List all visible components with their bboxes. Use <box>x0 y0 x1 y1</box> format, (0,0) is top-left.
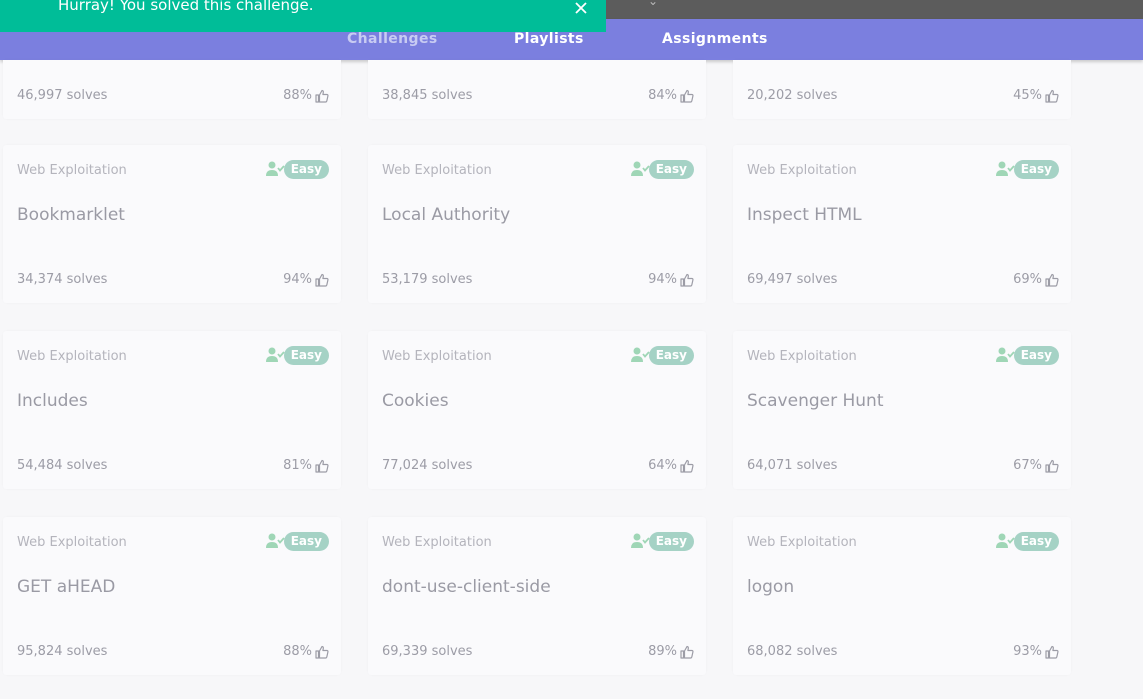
user-check-icon <box>995 160 1015 178</box>
nav-assignments[interactable]: Assignments <box>662 31 768 47</box>
user-check-icon <box>265 346 285 364</box>
solve-count: 46,997 solves <box>17 88 108 103</box>
challenge-card[interactable]: Web Exploitation Easy Inspect HTML 69,497 s… <box>733 145 1071 303</box>
challenge-category: Web Exploitation <box>747 349 857 364</box>
nav-playlists[interactable]: Playlists <box>514 31 584 47</box>
thumbs-up-icon <box>1045 273 1059 287</box>
challenge-card[interactable]: 46,997 solves 88% <box>3 60 341 119</box>
difficulty-badge: Easy <box>1013 346 1059 365</box>
challenge-category: Web Exploitation <box>382 535 492 550</box>
challenge-card[interactable]: Web Exploitation Easy dont-use-client-side… <box>368 517 706 675</box>
rating: 88% <box>283 88 329 103</box>
thumbs-up-icon <box>315 273 329 287</box>
challenge-card[interactable]: Web Exploitation Easy Local Authority 53,17… <box>368 145 706 303</box>
challenge-category: Web Exploitation <box>382 163 492 178</box>
user-check-icon <box>265 160 285 178</box>
challenge-category: Web Exploitation <box>747 535 857 550</box>
rating: 94% <box>283 272 329 287</box>
solve-count: 53,179 solves <box>382 272 473 287</box>
challenge-title[interactable]: Inspect HTML <box>747 205 862 225</box>
challenge-category: Web Exploitation <box>747 163 857 178</box>
rating: 88% <box>283 644 329 659</box>
difficulty-badge: Easy <box>1013 160 1059 179</box>
challenge-title[interactable]: Bookmarklet <box>17 205 125 225</box>
thumbs-up-icon <box>680 89 694 103</box>
thumbs-up-icon <box>680 459 694 473</box>
challenge-card[interactable]: Web Exploitation Easy GET aHEAD 95,824 solv… <box>3 517 341 675</box>
nav-challenges[interactable]: Challenges <box>347 31 438 47</box>
user-check-icon <box>995 532 1015 550</box>
solve-count: 38,845 solves <box>382 88 473 103</box>
solve-count: 69,497 solves <box>747 272 838 287</box>
user-check-icon <box>265 532 285 550</box>
challenge-card[interactable]: Web Exploitation Easy Scavenger Hunt 64,071… <box>733 331 1071 489</box>
success-toast: Hurray! You solved this challenge. <box>0 0 606 32</box>
difficulty-badge: Easy <box>1013 532 1059 551</box>
difficulty-badge: Easy <box>283 532 329 551</box>
solve-count: 64,071 solves <box>747 458 838 473</box>
difficulty-badge: Easy <box>283 160 329 179</box>
thumbs-up-icon <box>1045 645 1059 659</box>
thumbs-up-icon <box>315 645 329 659</box>
challenge-title[interactable]: Scavenger Hunt <box>747 391 884 411</box>
challenge-title[interactable]: dont-use-client-side <box>382 577 551 597</box>
thumbs-up-icon <box>315 459 329 473</box>
solve-count: 54,484 solves <box>17 458 108 473</box>
difficulty-badge: Easy <box>648 346 694 365</box>
thumbs-up-icon <box>1045 89 1059 103</box>
challenge-category: Web Exploitation <box>382 349 492 364</box>
thumbs-up-icon <box>680 645 694 659</box>
thumbs-up-icon <box>315 89 329 103</box>
challenge-card[interactable]: Web Exploitation Easy Cookies 77,024 solves… <box>368 331 706 489</box>
rating: 69% <box>1013 272 1059 287</box>
thumbs-up-icon <box>1045 459 1059 473</box>
solve-count: 68,082 solves <box>747 644 838 659</box>
challenge-card[interactable]: Web Exploitation Easy Includes 54,484 solve… <box>3 331 341 489</box>
solve-count: 95,824 solves <box>17 644 108 659</box>
thumbs-up-icon <box>680 273 694 287</box>
rating: 45% <box>1013 88 1059 103</box>
challenge-title[interactable]: Local Authority <box>382 205 510 225</box>
challenge-title[interactable]: logon <box>747 577 794 597</box>
difficulty-badge: Easy <box>283 346 329 365</box>
solve-count: 34,374 solves <box>17 272 108 287</box>
user-check-icon <box>995 346 1015 364</box>
challenge-card[interactable]: Web Exploitation Easy logon 68,082 solves 93… <box>733 517 1071 675</box>
rating: 93% <box>1013 644 1059 659</box>
challenge-category: Web Exploitation <box>17 349 127 364</box>
user-check-icon <box>630 532 650 550</box>
solve-count: 20,202 solves <box>747 88 838 103</box>
rating: 67% <box>1013 458 1059 473</box>
challenge-card[interactable]: 38,845 solves 84% <box>368 60 706 119</box>
challenge-card[interactable]: Web Exploitation Easy Bookmarklet 34,374 so… <box>3 145 341 303</box>
rating: 64% <box>648 458 694 473</box>
solve-count: 77,024 solves <box>382 458 473 473</box>
challenge-card[interactable]: 20,202 solves 45% <box>733 60 1071 119</box>
close-icon[interactable] <box>572 0 590 17</box>
rating: 94% <box>648 272 694 287</box>
rating: 84% <box>648 88 694 103</box>
user-check-icon <box>630 160 650 178</box>
toast-message: Hurray! You solved this challenge. <box>58 0 314 14</box>
challenge-title[interactable]: GET aHEAD <box>17 577 115 597</box>
difficulty-badge: Easy <box>648 532 694 551</box>
solve-count: 69,339 solves <box>382 644 473 659</box>
rating: 81% <box>283 458 329 473</box>
user-check-icon <box>630 346 650 364</box>
topbar-icon: ⌄ <box>648 0 659 8</box>
difficulty-badge: Easy <box>648 160 694 179</box>
challenge-title[interactable]: Cookies <box>382 391 449 411</box>
challenge-category: Web Exploitation <box>17 535 127 550</box>
challenge-category: Web Exploitation <box>17 163 127 178</box>
challenge-title[interactable]: Includes <box>17 391 88 411</box>
rating: 89% <box>648 644 694 659</box>
